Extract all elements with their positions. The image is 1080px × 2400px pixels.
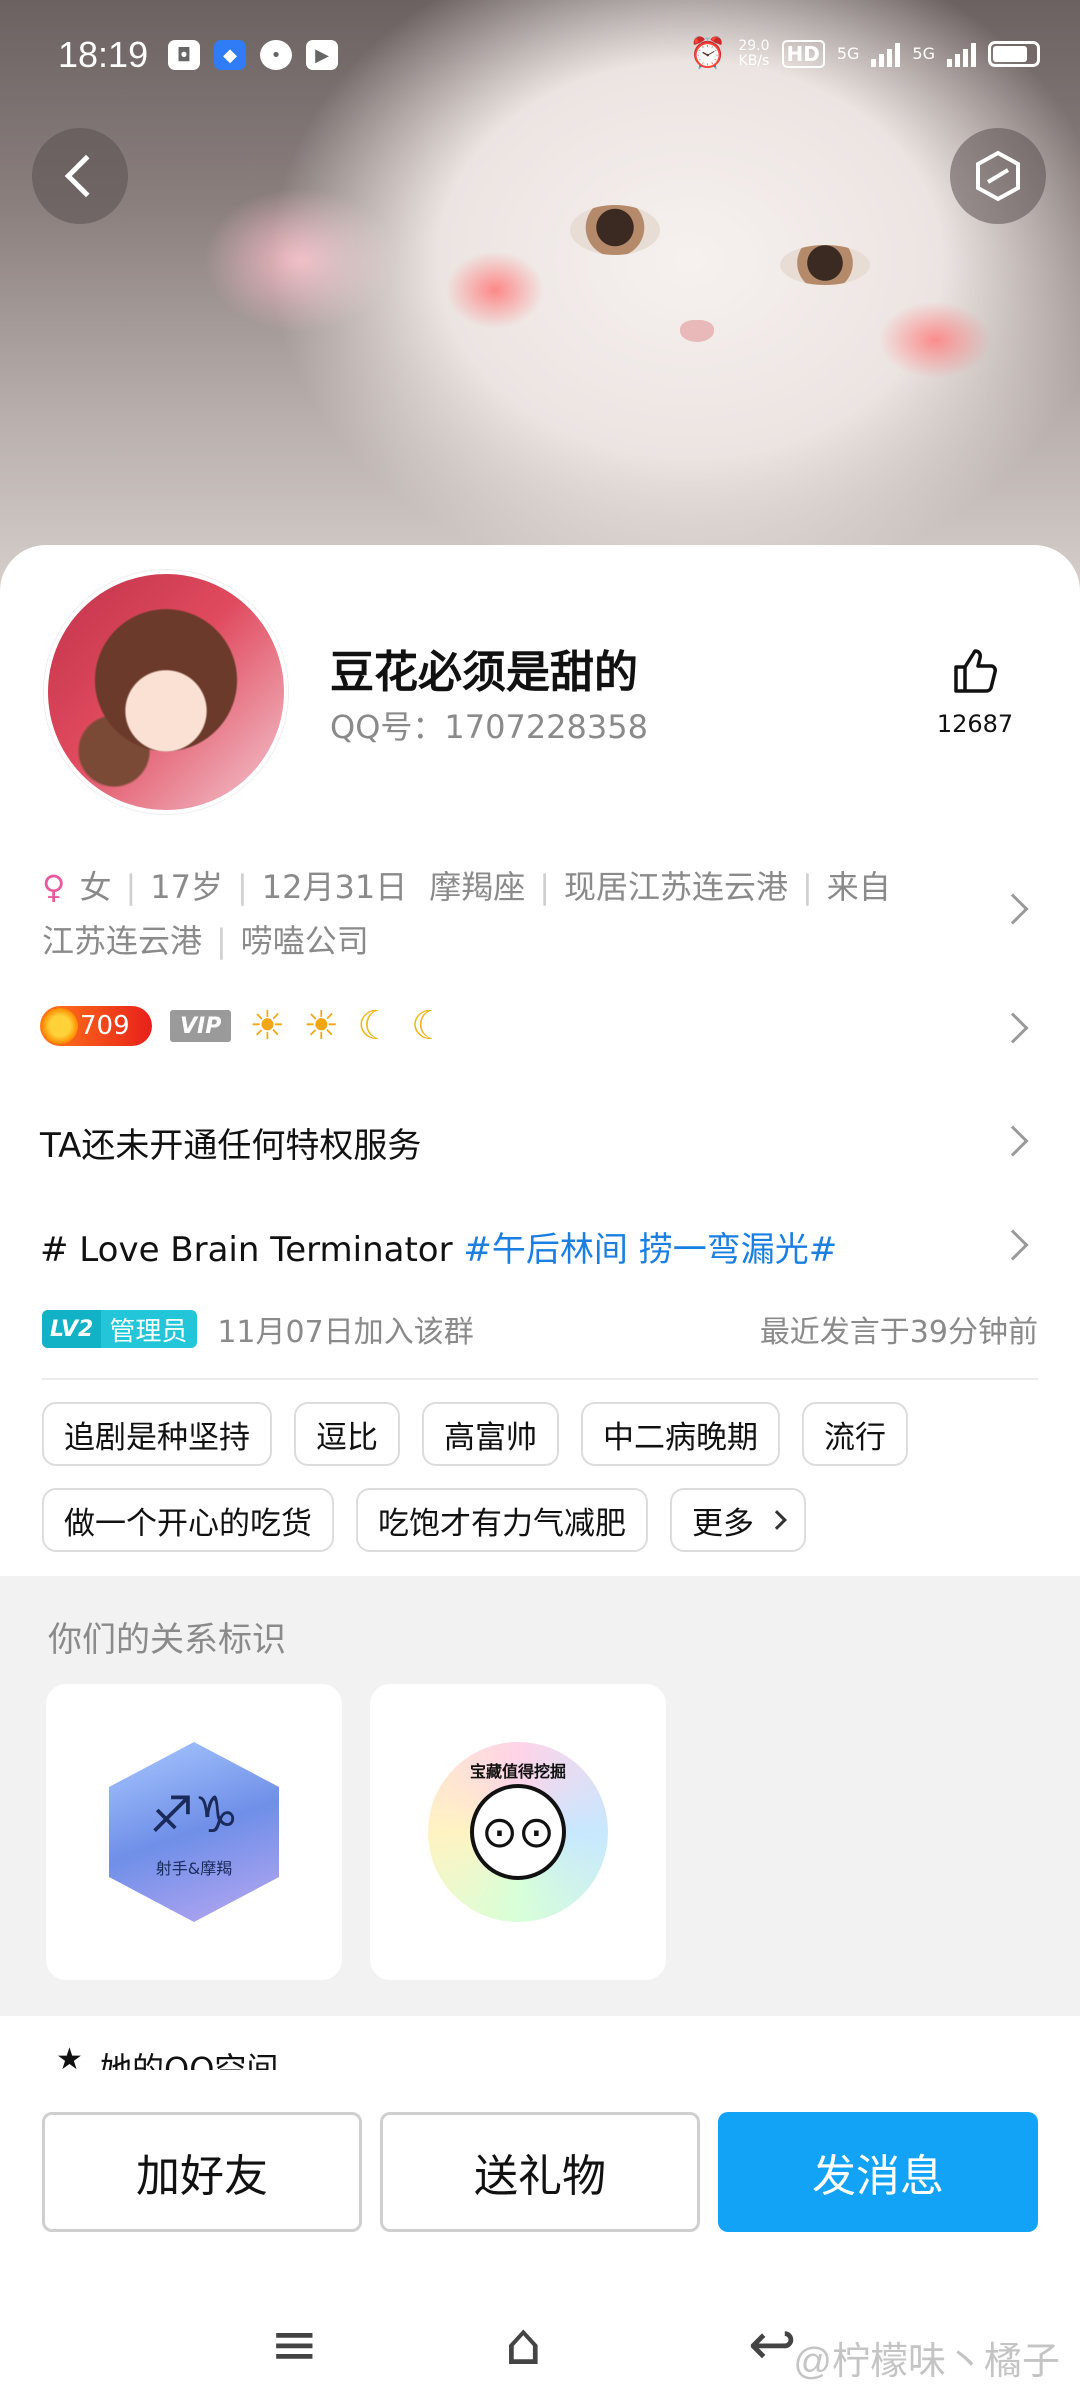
cat-nose	[680, 320, 714, 342]
female-icon: ♀	[42, 868, 66, 906]
back-button[interactable]	[32, 128, 128, 224]
sim1-label: 5G	[836, 44, 860, 63]
group-level-tag: LV2	[42, 1310, 102, 1348]
status-indicators: ⏰ 29.0 KB/s HD 5G 5G	[689, 36, 1040, 71]
zodiac: 摩羯座	[429, 868, 526, 906]
face-icon: ⊙⊙	[470, 1784, 566, 1880]
like-count: 12687	[936, 710, 1014, 738]
status-bar: 18:19 ◘ ◆ • ▶ ⏰ 29.0 KB/s HD 5G 5G	[0, 0, 1080, 110]
app-notification-icon: ◆	[214, 40, 246, 70]
sim2-label: 5G	[912, 44, 935, 63]
vip-badge: VIP	[170, 1010, 232, 1042]
app-notification-icon: ◘	[168, 40, 200, 70]
birthday: 12月31日	[261, 868, 408, 906]
battery-icon	[988, 40, 1040, 67]
location: 现居江苏连云港	[564, 868, 789, 906]
menu-icon[interactable]: ≡	[270, 2310, 319, 2378]
sun-icon: ☀	[249, 1003, 286, 1049]
gender: 女	[79, 868, 112, 906]
star-icon: ★	[56, 2042, 83, 2070]
company: 唠嗑公司	[240, 922, 369, 960]
age: 17岁	[150, 868, 223, 906]
privilege-text[interactable]: TA还未开通任何特权服务	[40, 1118, 421, 1167]
signature-topic[interactable]: #午后林间 捞一弯漏光#	[463, 1230, 837, 1270]
relation-section: 你们的关系标识 ♐♑ 射手&摩羯 宝藏值得挖掘 ⊙⊙	[0, 1576, 1080, 2016]
nickname: 豆花必须是甜的	[330, 647, 638, 698]
status-app-icons: ◘ ◆ • ▶	[168, 40, 338, 70]
tags-more-button[interactable]: 更多	[670, 1488, 806, 1552]
relation-title: 你们的关系标识	[48, 1620, 286, 1660]
admin-badge: LV2 管理员	[42, 1310, 198, 1348]
level-badges[interactable]: 709 VIP ☀ ☀ ☾ ☾	[40, 1004, 447, 1048]
join-date: 11月07日加入该群	[217, 1315, 474, 1350]
interest-tag[interactable]: 做一个开心的吃货	[42, 1488, 334, 1552]
interest-tag[interactable]: 中二病晚期	[581, 1402, 780, 1466]
chat-bubble-icon: •	[260, 40, 292, 70]
signature-text: # Love Brain Terminator	[40, 1230, 453, 1270]
group-role: 管理员	[109, 1316, 188, 1347]
video-app-icon: ▶	[306, 40, 338, 70]
signal-icon	[871, 41, 901, 67]
interest-tag[interactable]: 逗比	[294, 1402, 400, 1466]
hd-icon: HD	[781, 39, 825, 68]
alarm-icon: ⏰	[688, 36, 727, 71]
treasure-badge-label: 宝藏值得挖掘	[469, 1762, 566, 1781]
qq-number[interactable]: QQ号：1707228358	[330, 702, 648, 748]
last-speak: 最近发言于39分钟前	[759, 1315, 1038, 1350]
moon-icon: ☾	[410, 1003, 447, 1049]
treasure-badge-icon: 宝藏值得挖掘 ⊙⊙	[428, 1742, 608, 1922]
chevron-right-icon	[767, 1510, 787, 1530]
hexagon-settings-icon	[976, 150, 1020, 202]
relation-badge-zodiac[interactable]: ♐♑ 射手&摩羯	[46, 1684, 342, 1980]
system-nav-bar: ≡ ⌂ ↩ @柠檬味丶橘子	[0, 2290, 1080, 2400]
qzone-label: 她的QQ空间	[100, 2050, 279, 2070]
signature[interactable]: # Love Brain Terminator #午后林间 捞一弯漏光#	[40, 1222, 837, 1271]
interest-tag[interactable]: 吃饱才有力气减肥	[356, 1488, 648, 1552]
status-time: 18:19	[58, 34, 149, 75]
back-arrow-icon	[64, 154, 108, 198]
add-friend-button[interactable]: 加好友	[42, 2112, 362, 2232]
cat-eye-left	[570, 205, 660, 255]
back-nav-icon[interactable]: ↩	[748, 2310, 797, 2378]
qzone-entry[interactable]: ★ 她的QQ空间	[0, 2030, 1080, 2070]
send-message-button[interactable]: 发消息	[718, 2112, 1038, 2232]
divider	[42, 1378, 1038, 1380]
relation-badge-treasure[interactable]: 宝藏值得挖掘 ⊙⊙	[370, 1684, 666, 1980]
interest-tag[interactable]: 高富帅	[422, 1402, 559, 1466]
moon-icon: ☾	[357, 1003, 393, 1049]
signal-icon	[947, 41, 976, 67]
like-button[interactable]: 12687	[920, 645, 1030, 738]
thumbs-up-icon	[920, 645, 1030, 706]
settings-button[interactable]	[950, 128, 1046, 224]
home-icon[interactable]: ⌂	[505, 2310, 542, 2378]
sagittarius-capricorn-icon: ♐♑	[149, 1786, 239, 1844]
zodiac-badge-label: 射手&摩羯	[155, 1859, 233, 1878]
tags-more-label: 更多	[692, 1505, 754, 1542]
sun-icon: ☀	[303, 1003, 340, 1049]
interest-tags: 追剧是种坚持 逗比 高富帅 中二病晚期 流行 做一个开心的吃货 吃饱才有力气减肥…	[42, 1402, 1042, 1552]
interest-tag[interactable]: 流行	[802, 1402, 908, 1466]
profile-info[interactable]: ♀ 女 | 17岁 | 12月31日 摩羯座 | 现居江苏连云港 | 来自江苏连云港 | 唠嗑公司	[42, 860, 922, 968]
level-badge: 709	[40, 1006, 152, 1046]
zodiac-badge-icon: ♐♑ 射手&摩羯	[109, 1742, 279, 1922]
avatar[interactable]	[44, 570, 288, 814]
watermark: @柠檬味丶橘子	[793, 2341, 1060, 2383]
group-member-info: LV2 管理员 11月07日加入该群 最近发言于39分钟前	[42, 1307, 1038, 1351]
send-gift-button[interactable]: 送礼物	[380, 2112, 700, 2232]
cat-eye-right	[780, 245, 870, 285]
interest-tag[interactable]: 追剧是种坚持	[42, 1402, 272, 1466]
net-speed: 29.0 KB/s	[738, 37, 770, 69]
